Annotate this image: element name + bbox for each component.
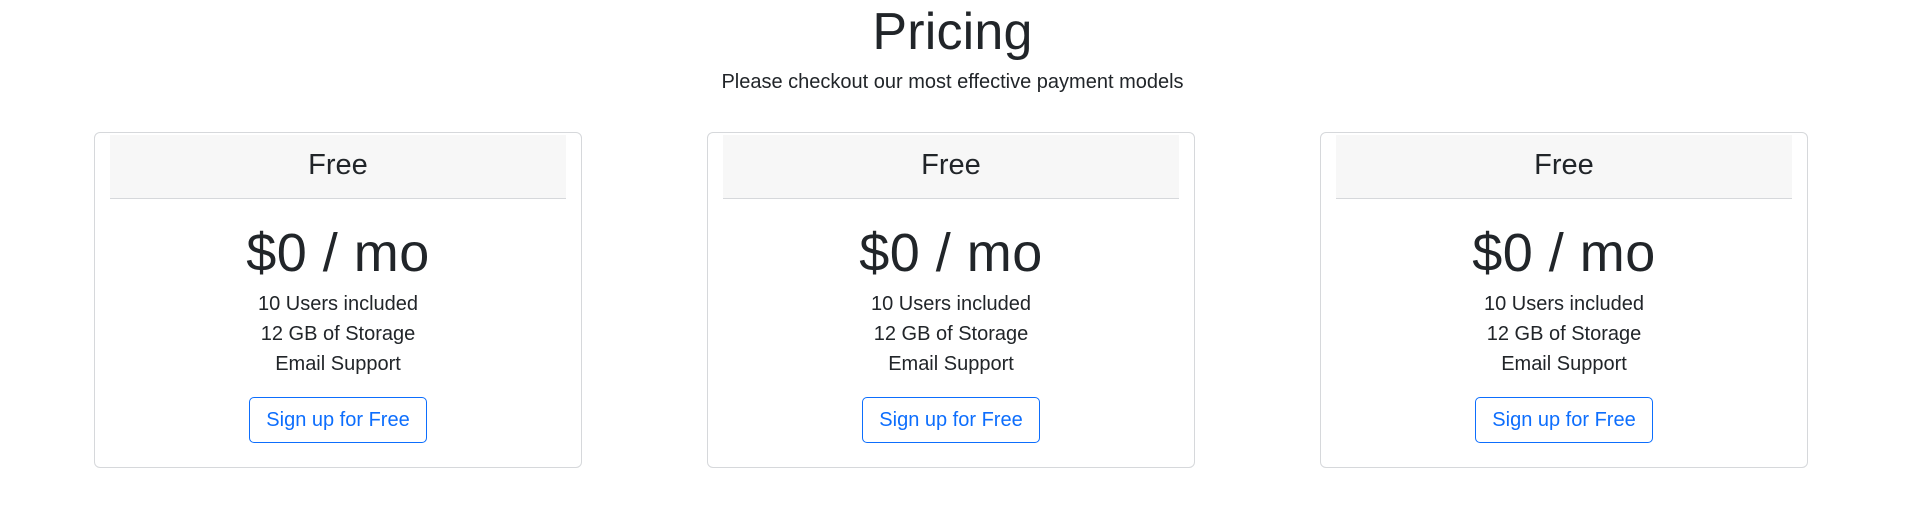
plan-price: $0 / mo (1472, 223, 1656, 283)
card-body: $0 / mo 10 Users included 12 GB of Stora… (708, 223, 1194, 443)
card-header: Free (1336, 135, 1792, 199)
page-title: Pricing (872, 3, 1033, 61)
feature-item: 12 GB of Storage (260, 323, 416, 345)
card-body: $0 / mo 10 Users included 12 GB of Stora… (95, 223, 581, 443)
feature-item: 10 Users included (257, 293, 419, 315)
pricing-cards: Free $0 / mo 10 Users included 12 GB of … (0, 132, 1905, 472)
feature-item: Email Support (1501, 353, 1627, 375)
feature-item: 12 GB of Storage (1486, 323, 1642, 345)
pricing-card: Free $0 / mo 10 Users included 12 GB of … (707, 132, 1195, 468)
card-header: Free (723, 135, 1179, 199)
plan-price: $0 / mo (246, 223, 430, 283)
plan-name: Free (308, 149, 368, 181)
feature-item: 10 Users included (1483, 293, 1645, 315)
card-header: Free (110, 135, 566, 199)
feature-list: 10 Users included 12 GB of Storage Email… (708, 289, 1194, 379)
feature-item: 12 GB of Storage (873, 323, 1029, 345)
plan-name: Free (921, 149, 981, 181)
signup-button[interactable]: Sign up for Free (862, 397, 1040, 443)
pricing-card: Free $0 / mo 10 Users included 12 GB of … (1320, 132, 1808, 468)
feature-item: Email Support (275, 353, 401, 375)
plan-price: $0 / mo (859, 223, 1043, 283)
plan-name: Free (1534, 149, 1594, 181)
feature-list: 10 Users included 12 GB of Storage Email… (1321, 289, 1807, 379)
feature-item: 10 Users included (870, 293, 1032, 315)
card-body: $0 / mo 10 Users included 12 GB of Stora… (1321, 223, 1807, 443)
feature-list: 10 Users included 12 GB of Storage Email… (95, 289, 581, 379)
signup-button[interactable]: Sign up for Free (1475, 397, 1653, 443)
feature-item: Email Support (888, 353, 1014, 375)
pricing-page: Pricing Please checkout our most effecti… (0, 0, 1905, 532)
signup-button[interactable]: Sign up for Free (249, 397, 427, 443)
pricing-card: Free $0 / mo 10 Users included 12 GB of … (94, 132, 582, 468)
page-subtitle: Please checkout our most effective payme… (721, 71, 1184, 93)
